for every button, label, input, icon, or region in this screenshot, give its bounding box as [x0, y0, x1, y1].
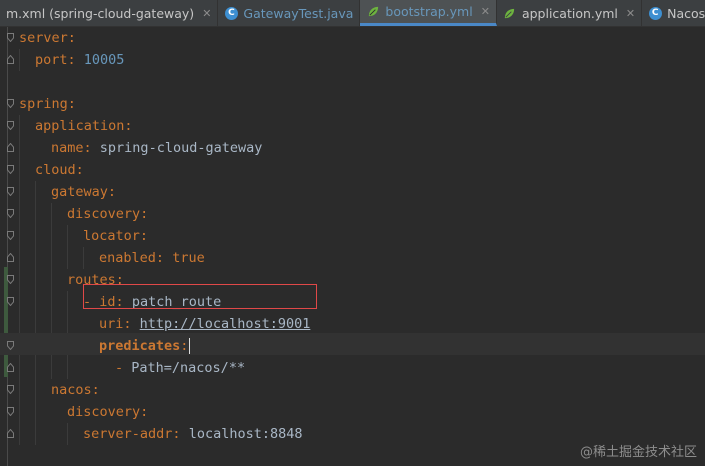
watermark: @稀土掘金技术社区: [579, 445, 697, 460]
editor-tab-bar: m.xml (spring-cloud-gateway) ✕ C Gateway…: [0, 0, 705, 27]
yaml-colon: :: [67, 52, 76, 68]
code-line-nacos: nacos:: [51, 379, 100, 401]
fold-marker-icon[interactable]: [7, 33, 14, 42]
tab-gatewaytest-java[interactable]: C GatewayTest.java: [218, 0, 361, 26]
yaml-colon: :: [180, 338, 189, 354]
fold-end-icon[interactable]: [7, 363, 14, 372]
code-line-gateway: gateway:: [51, 181, 116, 203]
text-cursor: [189, 338, 191, 354]
fold-marker-icon[interactable]: [7, 231, 14, 240]
yaml-key: application: [35, 118, 125, 134]
spring-yaml-icon: [503, 6, 517, 20]
tab-pom-xml[interactable]: m.xml (spring-cloud-gateway) ✕: [0, 0, 219, 26]
tab-nacosconfig[interactable]: C NacosCont: [642, 0, 705, 26]
yaml-colon: :: [123, 316, 132, 332]
java-class-icon: C: [224, 6, 238, 20]
yaml-value: Path=/nacos/**: [131, 360, 246, 376]
yaml-key: server-addr: [83, 426, 173, 442]
code-line-spring: spring:: [19, 93, 76, 115]
yaml-colon: :: [67, 30, 76, 46]
close-icon[interactable]: ✕: [626, 7, 635, 20]
indent-guide: [19, 49, 20, 71]
yaml-key: locator: [83, 228, 140, 244]
fold-marker-icon[interactable]: [7, 407, 14, 416]
yaml-key: uri: [99, 316, 124, 332]
code-line-application: application:: [35, 115, 133, 137]
fold-marker-icon[interactable]: [7, 99, 14, 108]
yaml-key: predicates: [99, 338, 181, 354]
java-class-icon: C: [648, 6, 662, 20]
code-line-server: server:: [19, 27, 76, 49]
yaml-key: spring: [19, 96, 68, 112]
code-line-cloud: cloud:: [35, 159, 84, 181]
yaml-colon: :: [124, 118, 133, 134]
yaml-key: discovery: [67, 404, 141, 420]
fold-marker-icon[interactable]: [7, 165, 14, 174]
code-line-locator: locator:: [83, 225, 148, 247]
indent-guide: [83, 247, 84, 269]
code-line-predicates: predicates:: [99, 335, 191, 357]
yaml-colon: :: [140, 404, 149, 420]
yaml-value: spring-cloud-gateway: [99, 140, 263, 156]
indent-guide: [19, 115, 20, 445]
tab-application-yml[interactable]: application.yml ✕: [497, 0, 643, 26]
spring-yaml-icon: [366, 5, 380, 19]
yaml-colon: :: [172, 426, 181, 442]
code-line-uri: uri: http://localhost:9001: [99, 313, 310, 335]
yaml-value: localhost:8848: [188, 426, 303, 442]
tab-label: bootstrap.yml: [385, 4, 473, 19]
yaml-colon: :: [67, 96, 76, 112]
code-line-name: name: spring-cloud-gateway: [51, 137, 262, 159]
code-line-server-addr: server-addr: localhost:8848: [83, 423, 302, 445]
yaml-colon: :: [139, 228, 149, 244]
close-icon[interactable]: ✕: [202, 7, 211, 20]
code-line-port: port: 10005: [35, 49, 124, 71]
fold-marker-icon[interactable]: [7, 297, 14, 306]
yaml-colon: :: [140, 206, 149, 222]
fold-end-icon[interactable]: [7, 253, 14, 262]
yaml-colon: :: [75, 162, 84, 178]
code-line-nacos-discovery: discovery:: [67, 401, 148, 423]
indent-guide: [67, 225, 68, 269]
code-editor[interactable]: server: port: 10005 spring: application:…: [0, 27, 705, 466]
yaml-value: 10005: [83, 52, 125, 68]
tab-label: GatewayTest.java: [243, 5, 354, 21]
gutter-divider: [7, 27, 8, 466]
yaml-value: true: [172, 250, 205, 266]
code-line-enabled: enabled: true: [99, 247, 205, 269]
yaml-colon: :: [83, 140, 92, 156]
fold-end-icon[interactable]: [7, 55, 14, 64]
uri-link[interactable]: http://localhost:9001: [140, 316, 311, 332]
yaml-key: discovery: [67, 206, 141, 222]
fold-marker-icon[interactable]: [7, 385, 14, 394]
fold-marker-icon[interactable]: [7, 275, 14, 284]
fold-end-icon[interactable]: [7, 143, 14, 152]
fold-end-icon[interactable]: [7, 429, 14, 438]
fold-marker-icon[interactable]: [7, 341, 14, 350]
yaml-key: cloud: [35, 162, 76, 178]
close-icon[interactable]: ✕: [481, 5, 490, 18]
yaml-key: nacos: [51, 382, 92, 398]
indent-guide: [67, 423, 68, 445]
tab-bootstrap-yml[interactable]: bootstrap.yml ✕: [360, 0, 497, 26]
highlight-annotation-box: [83, 284, 317, 309]
yaml-dash: -: [115, 360, 124, 376]
code-line-discovery: discovery:: [67, 203, 148, 225]
fold-marker-icon[interactable]: [7, 121, 14, 130]
fold-marker-icon[interactable]: [7, 209, 14, 218]
yaml-key: gateway: [51, 184, 108, 200]
yaml-key: name: [51, 140, 84, 156]
code-line-path: - Path=/nacos/**: [115, 357, 245, 379]
fold-marker-icon[interactable]: [7, 187, 14, 196]
yaml-colon: :: [155, 250, 165, 266]
yaml-colon: :: [107, 184, 117, 200]
tab-label: NacosCont: [667, 5, 705, 21]
yaml-colon: :: [91, 382, 100, 398]
yaml-key: port: [35, 52, 68, 68]
tab-label: application.yml: [521, 5, 618, 21]
tab-label: m.xml (spring-cloud-gateway): [6, 5, 195, 21]
yaml-key: enabled: [99, 250, 156, 266]
indent-guide: [35, 181, 36, 445]
yaml-key: server: [19, 30, 68, 46]
